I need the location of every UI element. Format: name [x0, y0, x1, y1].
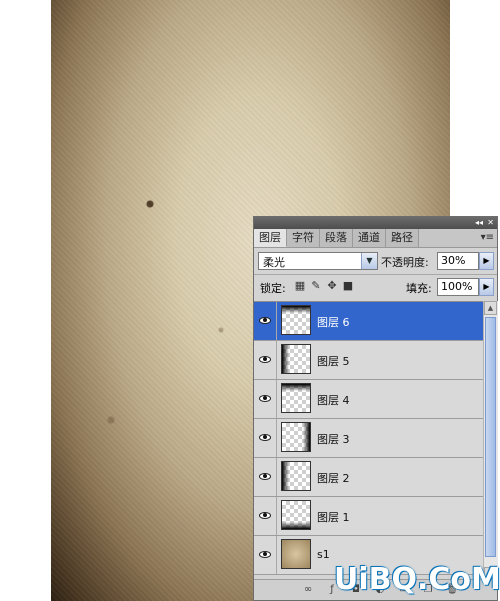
tab-character[interactable]: 字符	[287, 229, 320, 247]
fill-label: 填充:	[406, 282, 432, 295]
layer-thumbnail	[281, 344, 311, 374]
close-icon[interactable]: ✕	[487, 218, 494, 228]
layers-footer: ∞ ƒ ◘ ◐ ▭ ❐ 🗑	[254, 579, 497, 600]
visibility-toggle[interactable]	[254, 458, 277, 496]
layers-scrollbar[interactable]: ▲ ▼	[483, 301, 498, 581]
add-mask-icon[interactable]: ◘	[350, 584, 362, 596]
layer-name[interactable]: 图层 4	[317, 392, 350, 408]
layer-row[interactable]: 图层 2	[254, 458, 483, 497]
visibility-toggle[interactable]	[254, 497, 277, 535]
tab-paths[interactable]: 路径	[386, 229, 419, 247]
layer-row[interactable]: 图层 1	[254, 497, 483, 536]
lock-paint-icon[interactable]: ✎	[310, 280, 322, 292]
layer-row[interactable]: 图层 4	[254, 380, 483, 419]
fill-slider-icon[interactable]: ▶	[479, 278, 494, 296]
layer-thumbnail	[281, 500, 311, 530]
layer-name[interactable]: 图层 2	[317, 470, 350, 486]
eye-icon	[259, 356, 271, 363]
layer-thumbnail	[281, 539, 311, 569]
chevron-down-icon[interactable]: ▼	[361, 253, 377, 269]
layer-style-icon[interactable]: ƒ	[326, 584, 338, 596]
layer-row[interactable]: 图层 6	[254, 302, 483, 341]
layer-thumbnail	[281, 461, 311, 491]
layer-thumbnail	[281, 305, 311, 335]
layer-row[interactable]: 图层 3	[254, 419, 483, 458]
layer-thumbnail	[281, 422, 311, 452]
panel-tabs: 图层 字符 段落 通道 路径 ▾≡	[254, 229, 497, 248]
layer-thumbnail	[281, 383, 311, 413]
link-layers-icon[interactable]: ∞	[302, 584, 314, 596]
layers-panel: ◂◂ ✕ 图层 字符 段落 通道 路径 ▾≡ 柔光 ▼ 不透明度: 30% ▶ …	[253, 216, 498, 601]
tab-channels[interactable]: 通道	[353, 229, 386, 247]
visibility-toggle[interactable]	[254, 536, 277, 574]
visibility-toggle[interactable]	[254, 341, 277, 379]
layer-name[interactable]: 图层 6	[317, 314, 350, 330]
eye-icon	[259, 473, 271, 480]
eye-icon	[259, 434, 271, 441]
visibility-toggle[interactable]	[254, 419, 277, 457]
scroll-thumb[interactable]	[485, 317, 496, 557]
visibility-toggle[interactable]	[254, 380, 277, 418]
layer-name[interactable]: 图层 1	[317, 509, 350, 525]
new-layer-icon[interactable]: ❐	[422, 584, 434, 596]
scroll-up-icon[interactable]: ▲	[484, 301, 497, 315]
eye-icon	[259, 512, 271, 519]
layer-name[interactable]: s1	[317, 548, 330, 561]
new-group-icon[interactable]: ▭	[398, 584, 410, 596]
blend-mode-select[interactable]: 柔光 ▼	[258, 252, 378, 270]
delete-layer-icon[interactable]: 🗑	[446, 584, 459, 596]
lock-position-icon[interactable]: ✥	[326, 280, 338, 292]
layer-name[interactable]: 图层 5	[317, 353, 350, 369]
lock-all-icon[interactable]: ■	[342, 280, 354, 292]
layers-list: 图层 6 图层 5 图层 4 图层 3 图层 2 图层 1 s1	[254, 301, 483, 582]
layer-name[interactable]: 图层 3	[317, 431, 350, 447]
lock-label: 锁定:	[260, 282, 286, 295]
opacity-label: 不透明度:	[381, 256, 429, 269]
lock-transparency-icon[interactable]: ▦	[294, 280, 306, 292]
tab-paragraph[interactable]: 段落	[320, 229, 353, 247]
collapse-panel-icon[interactable]: ◂◂	[475, 218, 483, 228]
blend-row: 柔光 ▼ 不透明度: 30% ▶	[254, 248, 497, 274]
blend-mode-value: 柔光	[263, 256, 285, 269]
eye-icon	[259, 395, 271, 402]
visibility-toggle[interactable]	[254, 302, 277, 340]
lock-row: 锁定: ▦ ✎ ✥ ■ 填充: 100% ▶	[254, 274, 497, 299]
fill-input[interactable]: 100%	[437, 278, 479, 296]
layer-row[interactable]: s1	[254, 536, 483, 575]
eye-icon	[259, 317, 271, 324]
panel-menu-icon[interactable]: ▾≡	[481, 229, 494, 246]
opacity-slider-icon[interactable]: ▶	[479, 252, 494, 270]
opacity-input[interactable]: 30%	[437, 252, 479, 270]
layer-row[interactable]: 图层 5	[254, 341, 483, 380]
panel-titlebar[interactable]: ◂◂ ✕	[254, 217, 497, 229]
tab-layers[interactable]: 图层	[254, 229, 287, 247]
eye-icon	[259, 551, 271, 558]
adjustment-layer-icon[interactable]: ◐	[374, 584, 386, 596]
